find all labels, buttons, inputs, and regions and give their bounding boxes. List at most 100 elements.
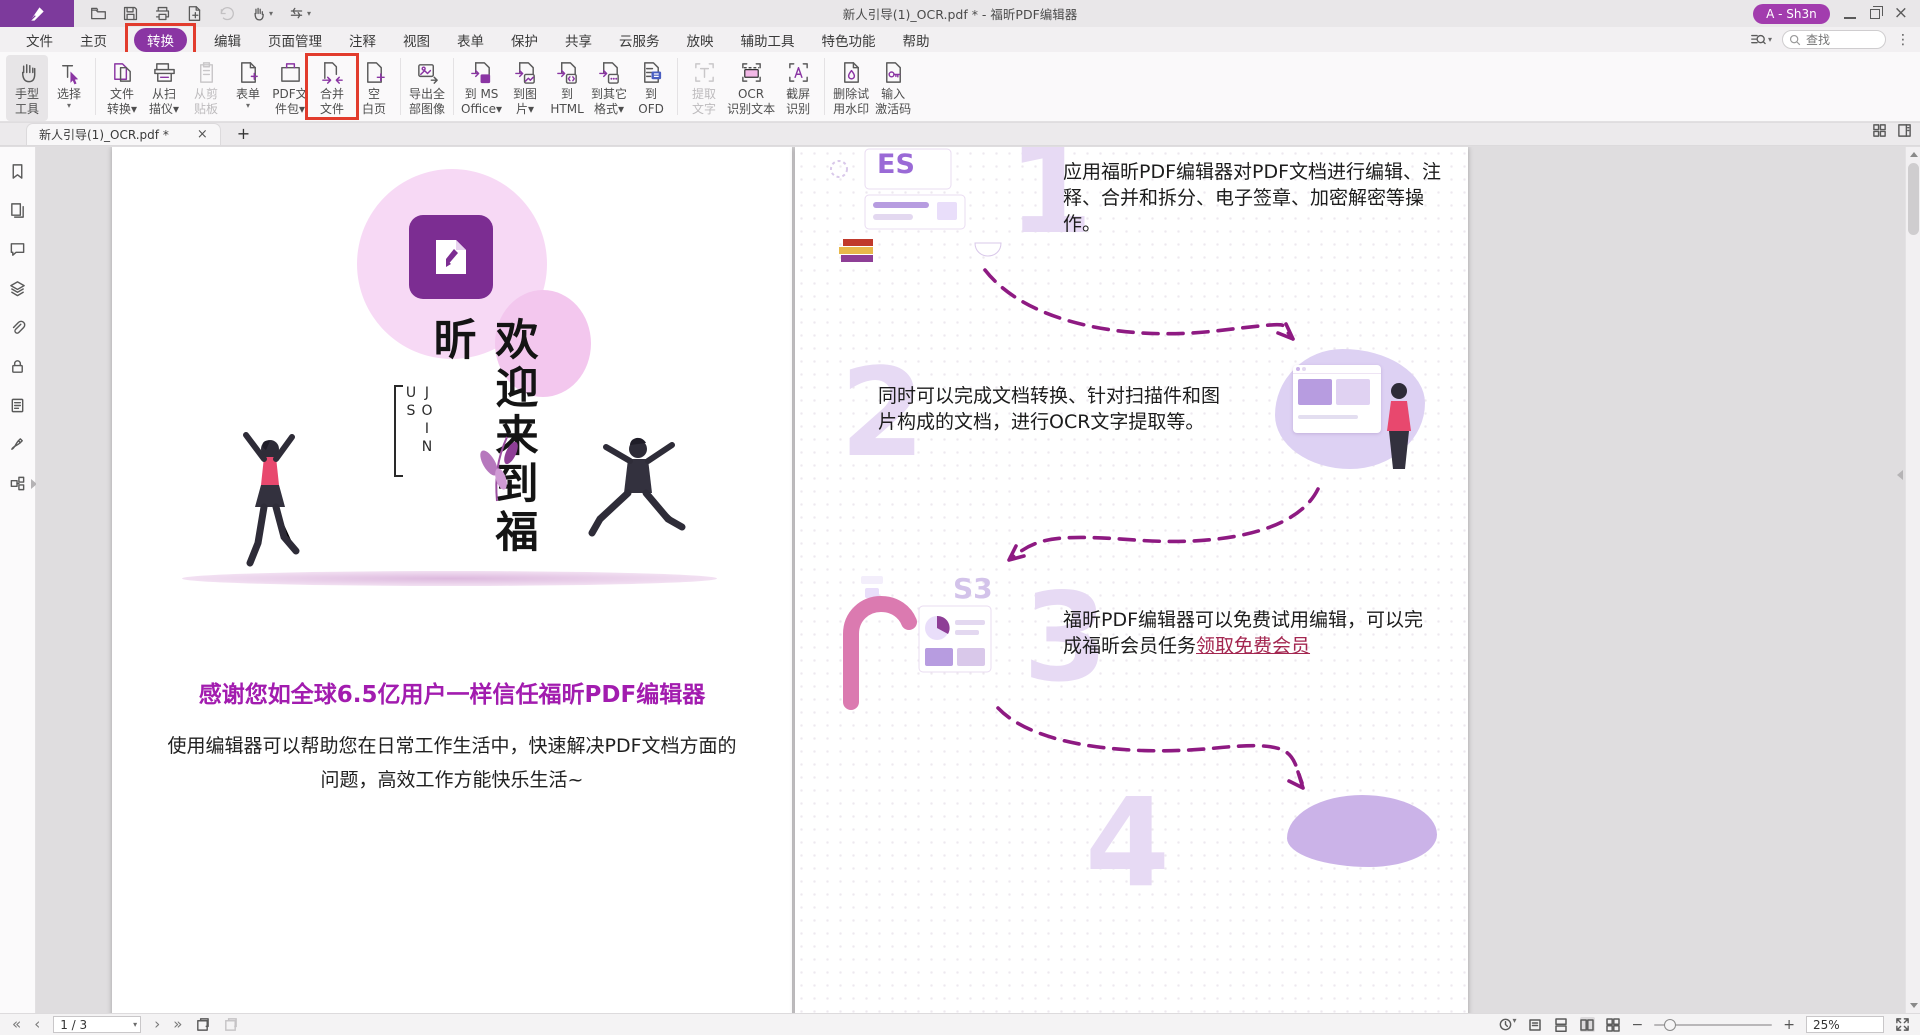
- tab-slideshow[interactable]: 放映: [687, 30, 714, 50]
- facing-view-button-active[interactable]: [1580, 1017, 1595, 1032]
- caret-down-icon[interactable]: ▾: [133, 1021, 137, 1029]
- zoom-slider[interactable]: [1654, 1018, 1772, 1032]
- tab-page-management[interactable]: 页面管理: [268, 30, 322, 50]
- next-page-button[interactable]: ›: [154, 1017, 160, 1032]
- page-navigation: « ‹ ▾ › »: [12, 1016, 238, 1033]
- to-other-formats-button[interactable]: 到其它格式▾: [588, 55, 630, 121]
- to-ofd-button[interactable]: 到OFD: [630, 55, 672, 121]
- tab-help[interactable]: 帮助: [903, 30, 930, 50]
- thumbnails-panel-icon[interactable]: [9, 202, 26, 223]
- save-button[interactable]: [122, 5, 139, 22]
- zoom-slider-knob[interactable]: [1664, 1019, 1676, 1031]
- scroll-down-icon[interactable]: [1910, 1003, 1918, 1008]
- customize-toolbar-button[interactable]: ▾: [288, 5, 311, 22]
- facing-continuous-view-button[interactable]: [1606, 1017, 1621, 1032]
- scrollbar-thumb[interactable]: [1908, 163, 1919, 235]
- tabbar-right-tools: [1872, 123, 1920, 142]
- close-button[interactable]: ×: [1894, 5, 1908, 22]
- page-indicator-input[interactable]: [53, 1016, 141, 1033]
- signatures-panel-icon[interactable]: [9, 436, 26, 457]
- blank-page-button[interactable]: 空白页: [353, 55, 395, 121]
- hand-tool-button[interactable]: 手型工具: [6, 55, 48, 121]
- continuous-view-button[interactable]: [1554, 1017, 1569, 1032]
- scroll-up-icon[interactable]: [1910, 152, 1918, 157]
- tab-grid-view-icon[interactable]: [1872, 123, 1887, 142]
- tab-cloud-service[interactable]: 云服务: [619, 30, 660, 50]
- new-tab-button[interactable]: +: [237, 124, 250, 143]
- tab-file[interactable]: 文件: [26, 30, 53, 50]
- tab-layout-icon[interactable]: [1897, 123, 1912, 142]
- document-canvas[interactable]: 欢迎来到福昕 JOIN US 感谢您如全球6.5亿用户一样信任福昕PDF编辑器 …: [36, 147, 1905, 1013]
- restore-button[interactable]: [1870, 4, 1880, 23]
- tab-convert-active[interactable]: 转换: [134, 28, 187, 52]
- print-button[interactable]: [154, 5, 171, 22]
- layers-panel-icon[interactable]: [9, 280, 26, 301]
- tab-share[interactable]: 共享: [565, 30, 592, 50]
- undo-button[interactable]: [218, 5, 235, 22]
- to-ms-office-button[interactable]: 到 MSOffice▾: [459, 55, 504, 121]
- document-tab[interactable]: 新人引导(1)_OCR.pdf * ×: [26, 123, 221, 145]
- fullscreen-icon[interactable]: [1895, 1017, 1910, 1032]
- document-tabbar: 新人引导(1)_OCR.pdf * × +: [0, 123, 1920, 146]
- remove-trial-watermark-button[interactable]: 删除试用水印: [830, 55, 872, 121]
- tab-edit[interactable]: 编辑: [214, 30, 241, 50]
- tab-comment[interactable]: 注释: [349, 30, 376, 50]
- share-panel-icon[interactable]: [9, 475, 26, 496]
- tab-special-features[interactable]: 特色功能: [822, 30, 876, 50]
- attachments-panel-icon[interactable]: [9, 319, 26, 340]
- convert-files-icon: [110, 58, 135, 87]
- tab-form[interactable]: 表单: [457, 30, 484, 50]
- vertical-scrollbar[interactable]: [1905, 147, 1920, 1013]
- single-page-view-button[interactable]: [1528, 1017, 1543, 1032]
- ms-office-icon: [469, 58, 494, 87]
- merge-files-button[interactable]: 合并文件: [311, 55, 353, 121]
- hand-tool-quick-button[interactable]: ▾: [250, 5, 273, 22]
- step-3-text: 福昕PDF编辑器可以免费试用编辑，可以完成福昕会员任务领取免费会员: [1063, 607, 1441, 659]
- from-scanner-button[interactable]: 从扫描仪▾: [143, 55, 185, 121]
- tab-accessibility-tools[interactable]: 辅助工具: [741, 30, 795, 50]
- comments-panel-icon[interactable]: [9, 241, 26, 262]
- step-2-text: 同时可以完成文档转换、针对扫描件和图片构成的文档，进行OCR文字提取等。: [878, 383, 1236, 435]
- open-button[interactable]: [90, 5, 107, 22]
- screenshot-recognize-button[interactable]: 截屏识别: [777, 55, 819, 121]
- export-all-images-button[interactable]: 导出全部图像: [406, 55, 448, 121]
- zoom-out-button[interactable]: −: [1632, 1017, 1644, 1033]
- tab-close-icon[interactable]: ×: [197, 127, 208, 142]
- step-1-text: 应用福昕PDF编辑器对PDF文档进行编辑、注释、合并和拆分、电子签章、加密解密等…: [1063, 159, 1445, 237]
- zoom-value-input[interactable]: [1806, 1016, 1884, 1033]
- tab-protect[interactable]: 保护: [511, 30, 538, 50]
- right-panel-collapse-handle[interactable]: [1897, 470, 1903, 480]
- file-convert-button[interactable]: 文件转换▾: [101, 55, 143, 121]
- previous-page-button[interactable]: ‹: [34, 1017, 40, 1032]
- ribbon-separator: [677, 58, 678, 115]
- tab-view[interactable]: 视图: [403, 30, 430, 50]
- form-button[interactable]: 表单▾: [227, 55, 269, 121]
- last-page-button[interactable]: »: [173, 1017, 182, 1032]
- zoom-in-button[interactable]: +: [1783, 1017, 1795, 1033]
- minimize-icon: [1844, 17, 1856, 19]
- to-image-button[interactable]: 到图片▾: [504, 55, 546, 121]
- snapshot-icon[interactable]: [195, 1017, 210, 1032]
- first-page-button[interactable]: «: [12, 1017, 21, 1032]
- watermark-icon: [839, 58, 864, 87]
- rotate-view-button[interactable]: ▾: [1498, 1017, 1517, 1032]
- join-us-vertical-label: JOIN US: [394, 385, 435, 477]
- statusbar: « ‹ ▾ › » ▾ − +: [0, 1013, 1920, 1035]
- ocr-recognize-button[interactable]: OCR识别文本: [725, 55, 777, 121]
- dancing-person-left: [230, 423, 306, 577]
- security-panel-icon[interactable]: [9, 358, 26, 379]
- to-html-button[interactable]: 到HTML: [546, 55, 588, 121]
- extract-text-icon: [692, 58, 717, 87]
- pdf-portfolio-button[interactable]: PDF文件包▾: [269, 55, 311, 121]
- search-mode-button[interactable]: ▾: [1750, 32, 1772, 48]
- tab-home[interactable]: 主页: [80, 30, 107, 50]
- user-account-badge[interactable]: A - Sh3n: [1753, 4, 1830, 24]
- minimize-button[interactable]: [1844, 4, 1856, 23]
- new-document-button[interactable]: [186, 5, 203, 22]
- bookmarks-panel-icon[interactable]: [9, 163, 26, 184]
- enter-activation-code-button[interactable]: 输入激活码: [872, 55, 914, 121]
- more-options-icon[interactable]: ⋮: [1896, 32, 1910, 48]
- articles-panel-icon[interactable]: [9, 397, 26, 418]
- select-tool-button[interactable]: 选择▾: [48, 55, 90, 121]
- claim-free-membership-link[interactable]: 领取免费会员: [1196, 635, 1310, 657]
